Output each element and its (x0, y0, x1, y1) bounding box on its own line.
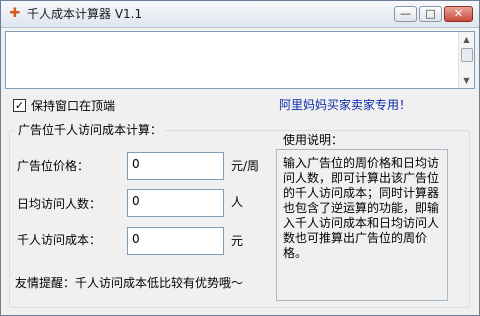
window-title: 千人成本计算器 V1.1 (27, 7, 143, 21)
minimize-button[interactable]: — (394, 6, 417, 22)
promo-link[interactable]: 阿里妈妈买家卖家专用！ (279, 97, 411, 113)
help-text: 输入广告位的周价格和日均访问人数，即可计算出该广告位的千人访问成本；同时计算器也… (283, 156, 440, 260)
calculator-group-title: 广告位千人访问成本计算： (15, 123, 166, 137)
title-bar[interactable]: ✚ 千人成本计算器 V1.1 — □ ✕ (1, 1, 479, 28)
ad-price-unit: 元/周 (231, 159, 260, 173)
cpm-unit: 元 (231, 234, 244, 248)
maximize-icon: □ (425, 7, 436, 20)
scroll-down-icon[interactable]: ▼ (459, 73, 474, 88)
ad-price-label: 广告位价格： (17, 159, 90, 173)
stay-on-top-label[interactable]: 保持窗口在顶端 (31, 98, 115, 114)
help-box: 输入广告位的周价格和日均访问人数，即可计算出该广告位的千人访问成本；同时计算器也… (276, 149, 448, 301)
vertical-scrollbar[interactable]: ▲ ▼ (458, 32, 474, 88)
close-button[interactable]: ✕ (444, 6, 473, 22)
friendly-tip: 友情提醒：千人访问成本低比较有优势哦～ (15, 276, 244, 290)
output-textarea[interactable]: ▲ ▼ (5, 31, 475, 89)
minimize-icon: — (400, 7, 411, 20)
ad-price-input[interactable]: 0 (127, 152, 224, 180)
scroll-up-icon[interactable]: ▲ (459, 32, 474, 47)
daily-visitors-unit: 人 (231, 195, 244, 209)
help-title: 使用说明： (283, 133, 344, 147)
app-icon: ✚ (9, 6, 21, 21)
cpm-input[interactable]: 0 (127, 227, 224, 255)
stay-on-top-checkbox[interactable]: ✓ (13, 99, 26, 112)
cpm-label: 千人访问成本： (17, 233, 102, 247)
close-icon: ✕ (453, 7, 464, 20)
maximize-button[interactable]: □ (419, 6, 442, 22)
daily-visitors-label: 日均访问人数： (17, 197, 102, 211)
daily-visitors-input[interactable]: 0 (127, 189, 224, 217)
scroll-thumb[interactable] (461, 48, 473, 62)
app-window: ✚ 千人成本计算器 V1.1 — □ ✕ ▲ ▼ ✓ 保持窗口在顶端 阿里妈妈买… (0, 0, 480, 316)
